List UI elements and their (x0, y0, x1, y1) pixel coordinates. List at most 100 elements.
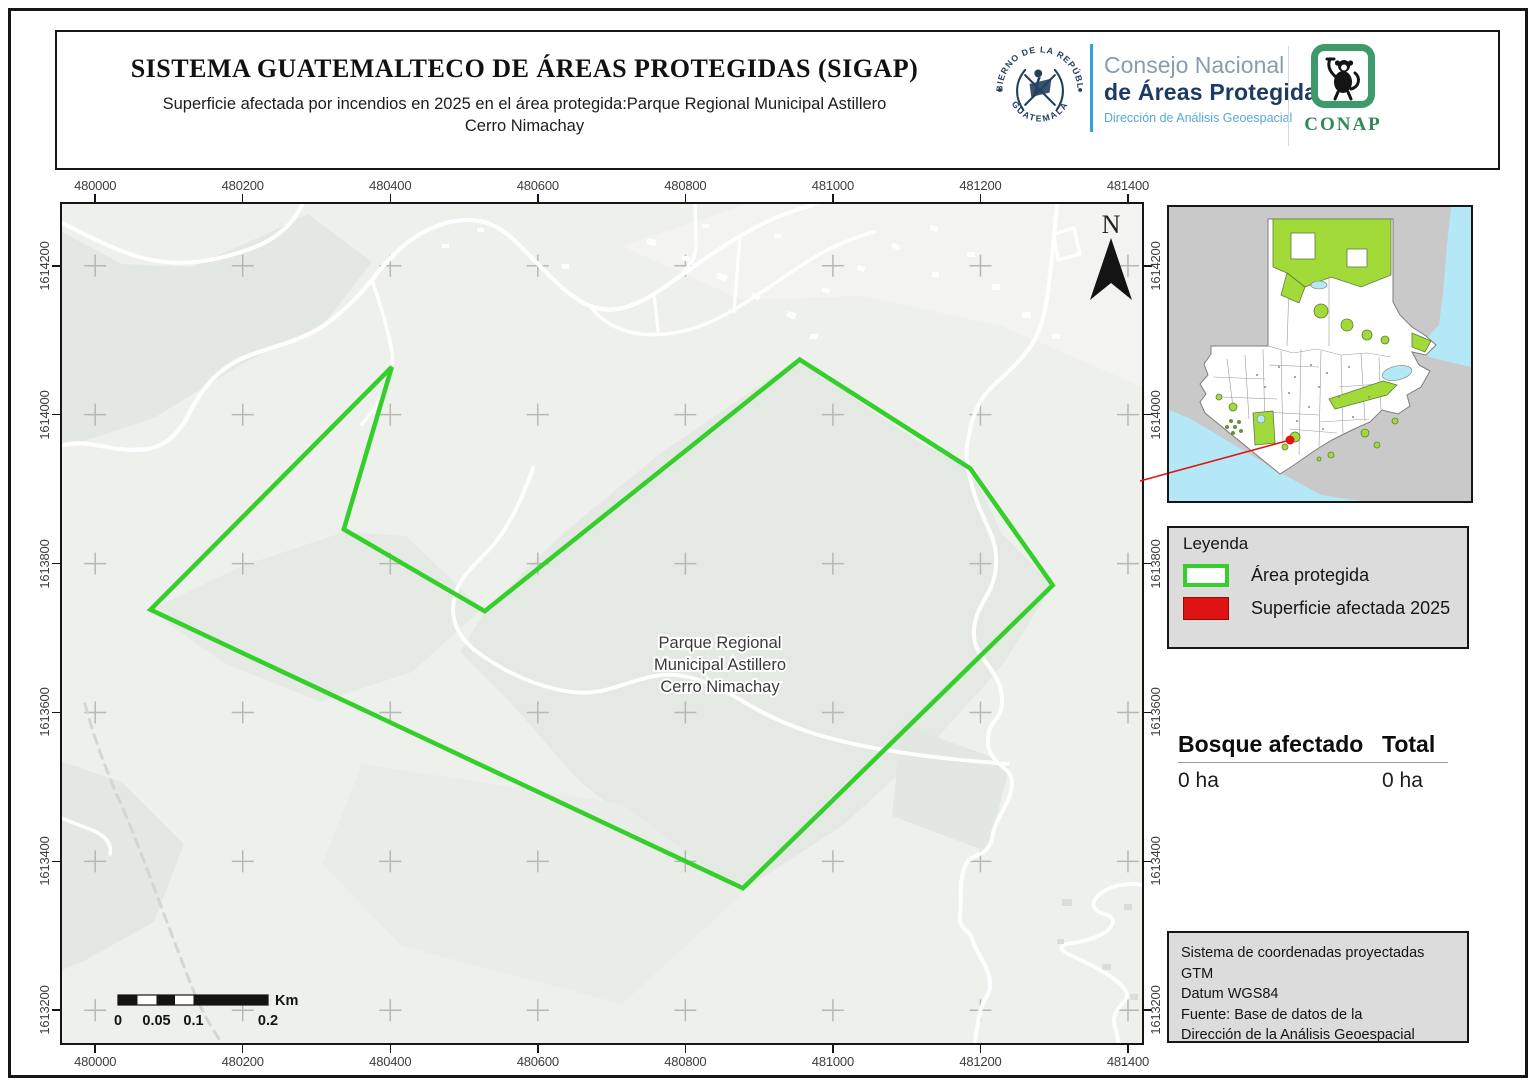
axis-tick-label: 480600 (506, 179, 570, 193)
axis-tick-label: 481000 (801, 1055, 865, 1069)
stats-value-bosque: 0 ha (1178, 769, 1382, 793)
axis-tick-label: 480800 (653, 179, 717, 193)
conap-label: CONAP (1298, 114, 1388, 136)
conap-wordmark: Consejo Nacional de Áreas Protegidas Dir… (1104, 52, 1330, 125)
axis-tick (1127, 194, 1129, 202)
info-box-line: Datum WGS84 (1181, 984, 1455, 1005)
axis-tick (537, 1045, 539, 1053)
gobierno-seal-icon: GOBIERNO DE LA REPÚBLICA GUATEMALA (992, 42, 1088, 138)
svg-text:0.1: 0.1 (183, 1013, 203, 1029)
axis-tick (52, 563, 60, 565)
axis-tick (980, 1045, 982, 1053)
axis-tick (94, 1045, 96, 1053)
axis-tick-label: 1614000 (38, 383, 52, 447)
consejo-line2: de Áreas Protegidas (1104, 79, 1330, 106)
inset-map-canvas (1169, 207, 1471, 501)
conap-monkey-icon (1311, 44, 1375, 108)
axis-tick-label: 480200 (211, 1055, 275, 1069)
svg-text:0.05: 0.05 (142, 1013, 170, 1029)
axis-tick (537, 194, 539, 202)
axis-tick-label: 1613600 (38, 680, 52, 744)
stats-rule (1178, 762, 1448, 763)
axis-tick-label: 1614200 (38, 234, 52, 298)
protected-area-label: Parque Regional Municipal Astillero Cerro … (654, 634, 786, 696)
axis-tick-label: 480000 (63, 179, 127, 193)
axis-tick (242, 194, 244, 202)
lake-atitlan (1257, 415, 1265, 423)
svg-text:Municipal Astillero: Municipal Astillero (654, 656, 786, 674)
axis-tick-label: 1613800 (1149, 532, 1163, 596)
axis-tick-label: 481200 (948, 179, 1012, 193)
logos: GOBIERNO DE LA REPÚBLICA GUATEMALA Conse… (998, 32, 1498, 168)
svg-text:Cerro Nimachay: Cerro Nimachay (660, 678, 780, 696)
axis-tick-label: 480000 (63, 1055, 127, 1069)
svg-text:Parque Regional: Parque Regional (659, 634, 782, 652)
axis-tick-label: 480400 (358, 1055, 422, 1069)
subtitle-line1: Superficie afectada por incendios en 202… (163, 95, 887, 113)
axis-tick-label: 480200 (211, 179, 275, 193)
svg-text:0.2: 0.2 (258, 1013, 278, 1029)
consejo-line1: Consejo Nacional (1104, 52, 1330, 79)
page-title: SISTEMA GUATEMALTECO DE ÁREAS PROTEGIDAS… (57, 54, 992, 84)
axis-tick (52, 265, 60, 267)
axis-tick-label: 481400 (1096, 179, 1160, 193)
axis-tick-label: 480800 (653, 1055, 717, 1069)
axis-tick (1127, 1045, 1129, 1053)
axis-tick (832, 194, 834, 202)
stats-table: Bosque afectado Total 0 ha 0 ha (1178, 731, 1450, 793)
main-map: Parque Regional Municipal Astillero Cerro … (60, 202, 1144, 1045)
axis-tick-label: 1613800 (38, 532, 52, 596)
location-dot (1286, 436, 1295, 445)
svg-text:0: 0 (114, 1013, 122, 1029)
info-box-line: Sistema de coordenadas proyectadas (1181, 943, 1455, 964)
axis-tick-label: 1614000 (1149, 383, 1163, 447)
svg-text:N: N (1102, 210, 1121, 239)
consejo-line3: Dirección de Análisis Geoespacial (1104, 111, 1330, 125)
stats-header-bosque: Bosque afectado (1178, 731, 1382, 758)
logo-divider (1090, 44, 1093, 132)
lake-peten-itza (1311, 281, 1327, 289)
axis-tick-label: 481200 (948, 1055, 1012, 1069)
header: SISTEMA GUATEMALTECO DE ÁREAS PROTEGIDAS… (55, 30, 1500, 170)
axis-tick (94, 194, 96, 202)
axis-tick (390, 1045, 392, 1053)
axis-tick-label: 1613400 (38, 829, 52, 893)
legend-label-protected: Área protegida (1251, 565, 1369, 586)
axis-tick (52, 414, 60, 416)
axis-tick-label: 1613200 (38, 978, 52, 1042)
legend-label-affected: Superficie afectada 2025 (1251, 598, 1450, 619)
legend-item-affected: Superficie afectada 2025 (1183, 597, 1467, 620)
header-text: SISTEMA GUATEMALTECO DE ÁREAS PROTEGIDAS… (57, 32, 992, 137)
logo-divider-2 (1288, 46, 1289, 146)
axis-tick (685, 194, 687, 202)
legend-title: Leyenda (1183, 534, 1467, 554)
stats-value-total: 0 ha (1382, 769, 1423, 793)
axis-tick (685, 1045, 687, 1053)
axis-tick-label: 481000 (801, 179, 865, 193)
subtitle-line2: Cerro Nimachay (465, 117, 584, 135)
info-box-line: Fuente: Base de datos de la (1181, 1005, 1455, 1026)
inset-map (1167, 205, 1473, 503)
axis-tick-label: 481400 (1096, 1055, 1160, 1069)
axis-tick-label: 1613600 (1149, 680, 1163, 744)
protected-area-swatch (1183, 564, 1229, 587)
axis-tick (390, 194, 392, 202)
axis-tick-label: 1614200 (1149, 234, 1163, 298)
legend: Leyenda Área protegida Superficie afecta… (1167, 526, 1469, 649)
info-box-line: Dirección de la Análisis Geoespacial (1181, 1025, 1455, 1046)
page-subtitle: Superficie afectada por incendios en 202… (57, 93, 992, 137)
svg-text:Km: Km (275, 993, 298, 1009)
info-box: Sistema de coordenadas proyectadasGTMDat… (1167, 931, 1469, 1043)
axis-tick (52, 861, 60, 863)
axis-tick (52, 712, 60, 714)
axis-tick-label: 480600 (506, 1055, 570, 1069)
axis-tick (980, 194, 982, 202)
legend-item-protected: Área protegida (1183, 564, 1467, 587)
info-box-line: GTM (1181, 964, 1455, 985)
axis-tick (52, 1009, 60, 1011)
axis-tick (242, 1045, 244, 1053)
axis-tick-label: 1613200 (1149, 978, 1163, 1042)
axis-tick-label: 480400 (358, 179, 422, 193)
stats-header-total: Total (1382, 731, 1435, 758)
axis-tick-label: 1613400 (1149, 829, 1163, 893)
